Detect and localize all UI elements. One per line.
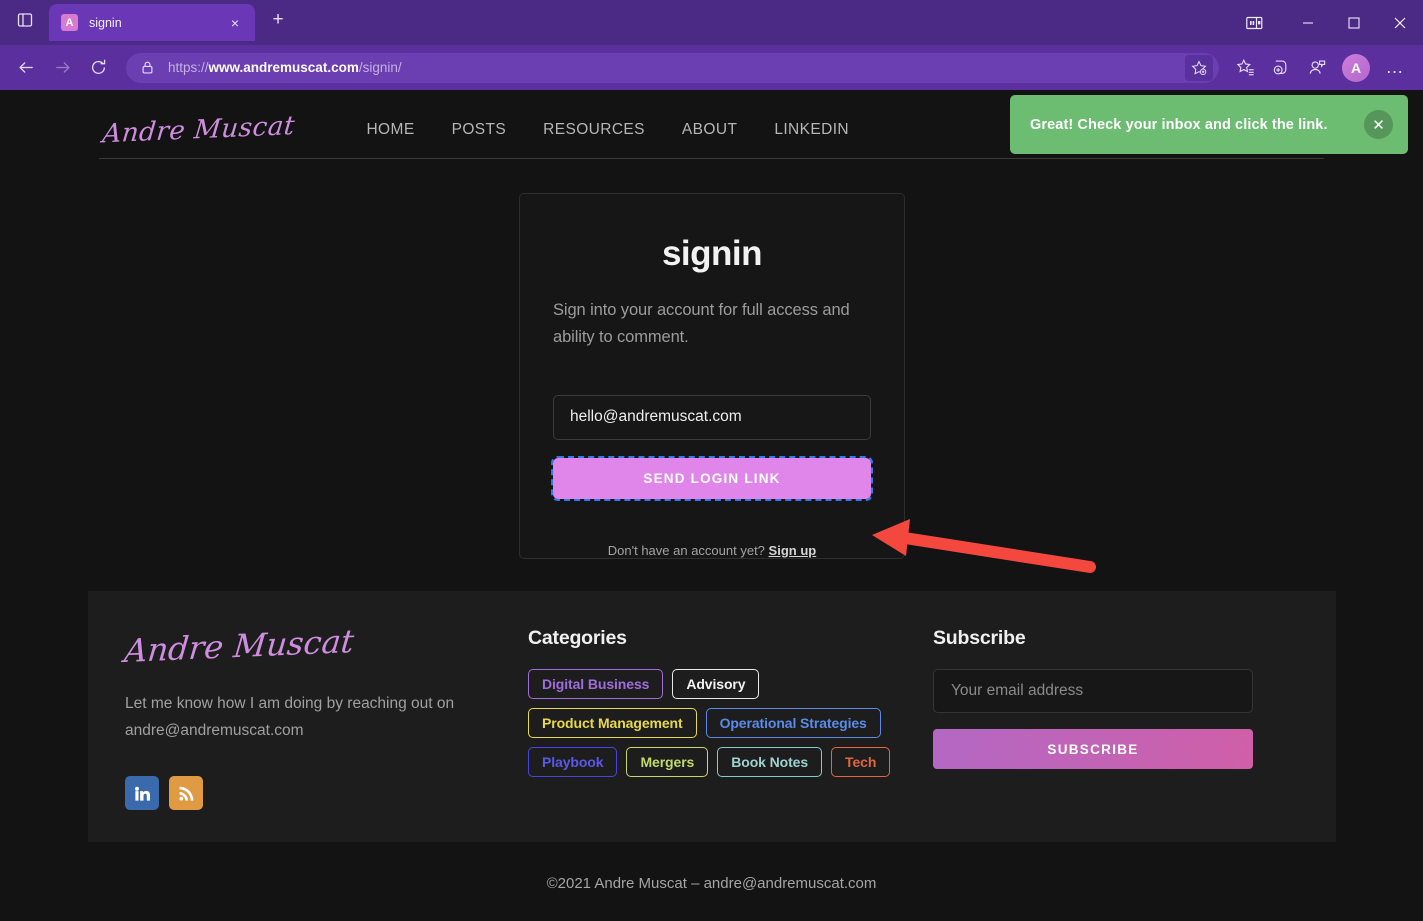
rss-icon[interactable] — [169, 776, 203, 811]
url-scheme: https:// — [168, 60, 209, 75]
category-tag[interactable]: Product Management — [528, 708, 697, 738]
subscribe-heading: Subscribe — [933, 627, 1026, 649]
send-login-link-button[interactable]: SEND LOGIN LINK — [551, 455, 873, 501]
page-content: Andre Muscat HOME POSTS RESOURCES ABOUT … — [0, 90, 1423, 921]
category-tag[interactable]: Playbook — [528, 747, 618, 777]
browser-window: A signin × + https://www.andremuscat.com… — [0, 0, 1423, 921]
signup-link[interactable]: Sign up — [769, 543, 817, 558]
collections-icon[interactable] — [1263, 52, 1299, 84]
window-close-button[interactable] — [1377, 0, 1423, 45]
address-bar[interactable]: https://www.andremuscat.com/signin/ — [126, 52, 1219, 83]
linkedin-icon[interactable] — [125, 776, 159, 811]
footer-logo: Andre Muscat — [122, 622, 356, 670]
add-favorite-icon[interactable] — [1185, 54, 1213, 81]
category-tag[interactable]: Book Notes — [717, 747, 823, 777]
new-tab-button[interactable]: + — [264, 6, 292, 34]
page-title: signin — [661, 234, 763, 273]
nav-item-home[interactable]: HOME — [366, 121, 414, 139]
signup-prompt-text: Don't have an account yet? — [607, 542, 765, 558]
reload-icon[interactable] — [82, 52, 114, 84]
forward-icon[interactable] — [46, 52, 78, 84]
tab-title: signin — [89, 15, 122, 30]
footer-categories-column: Categories Digital Business Advisory Pro… — [528, 627, 933, 842]
main-navigation: HOME POSTS RESOURCES ABOUT LINKEDIN — [366, 121, 849, 139]
tab-strip: A signin × + — [0, 0, 1423, 45]
categories-heading: Categories — [528, 627, 627, 649]
avatar[interactable]: A — [1342, 53, 1370, 82]
category-tag[interactable]: Tech — [831, 747, 891, 777]
footer-blurb: Let me know how I am doing by reaching o… — [125, 695, 455, 739]
tab-list-icon[interactable] — [10, 5, 40, 35]
address-toolbar: https://www.andremuscat.com/signin/ A … — [0, 45, 1423, 90]
nav-item-linkedin[interactable]: LINKEDIN — [774, 121, 849, 139]
copyright-text: ©2021 Andre Muscat – andre@andremuscat.c… — [546, 875, 877, 892]
footer-about-column: Andre Muscat Let me know how I am doing … — [123, 622, 528, 842]
signup-prompt: Don't have an account yet? Sign up — [553, 543, 871, 558]
site-logo[interactable]: Andre Muscat — [101, 111, 306, 149]
subscribe-button[interactable]: SUBSCRIBE — [933, 729, 1253, 769]
signin-card: signin Sign into your account for full a… — [519, 193, 905, 559]
subscribe-email-input[interactable] — [933, 669, 1253, 713]
category-tag[interactable]: Digital Business — [528, 669, 664, 699]
header-divider — [99, 158, 1324, 159]
tab-favicon: A — [61, 14, 78, 31]
browser-essentials-icon[interactable] — [1299, 52, 1335, 84]
favorites-icon[interactable] — [1227, 52, 1263, 84]
lock-icon — [142, 61, 153, 74]
footer-subscribe-column: Subscribe SUBSCRIBE — [933, 627, 1293, 842]
category-tag[interactable]: Advisory — [672, 669, 760, 699]
signin-subtitle: Sign into your account for full access a… — [553, 301, 850, 346]
url-host: www.andremuscat.com — [208, 60, 359, 75]
site-footer: Andre Muscat Let me know how I am doing … — [88, 591, 1336, 842]
category-tag[interactable]: Mergers — [626, 747, 709, 777]
nav-item-posts[interactable]: POSTS — [452, 121, 507, 139]
social-links — [125, 776, 528, 811]
nav-item-resources[interactable]: RESOURCES — [543, 121, 645, 139]
minimize-button[interactable] — [1285, 0, 1331, 45]
notification-message: Great! Check your inbox and click the li… — [1030, 116, 1328, 133]
maximize-button[interactable] — [1331, 0, 1377, 45]
url-text: https://www.andremuscat.com/signin/ — [168, 60, 1185, 75]
close-icon[interactable]: ✕ — [1364, 110, 1393, 139]
category-tag[interactable]: Operational Strategies — [705, 708, 881, 738]
split-screen-icon[interactable] — [1223, 0, 1285, 45]
email-field[interactable] — [553, 394, 871, 440]
browser-tab[interactable]: A signin × — [49, 4, 255, 41]
window-controls — [1223, 0, 1423, 45]
url-path: /signin/ — [358, 60, 402, 75]
notification-banner: Great! Check your inbox and click the li… — [1010, 95, 1408, 154]
category-tag-list: Digital Business Advisory Product Manage… — [528, 669, 933, 777]
back-icon[interactable] — [10, 52, 42, 84]
close-icon[interactable]: × — [225, 13, 245, 33]
nav-item-about[interactable]: ABOUT — [682, 121, 737, 139]
more-options-icon[interactable]: … — [1377, 52, 1413, 84]
